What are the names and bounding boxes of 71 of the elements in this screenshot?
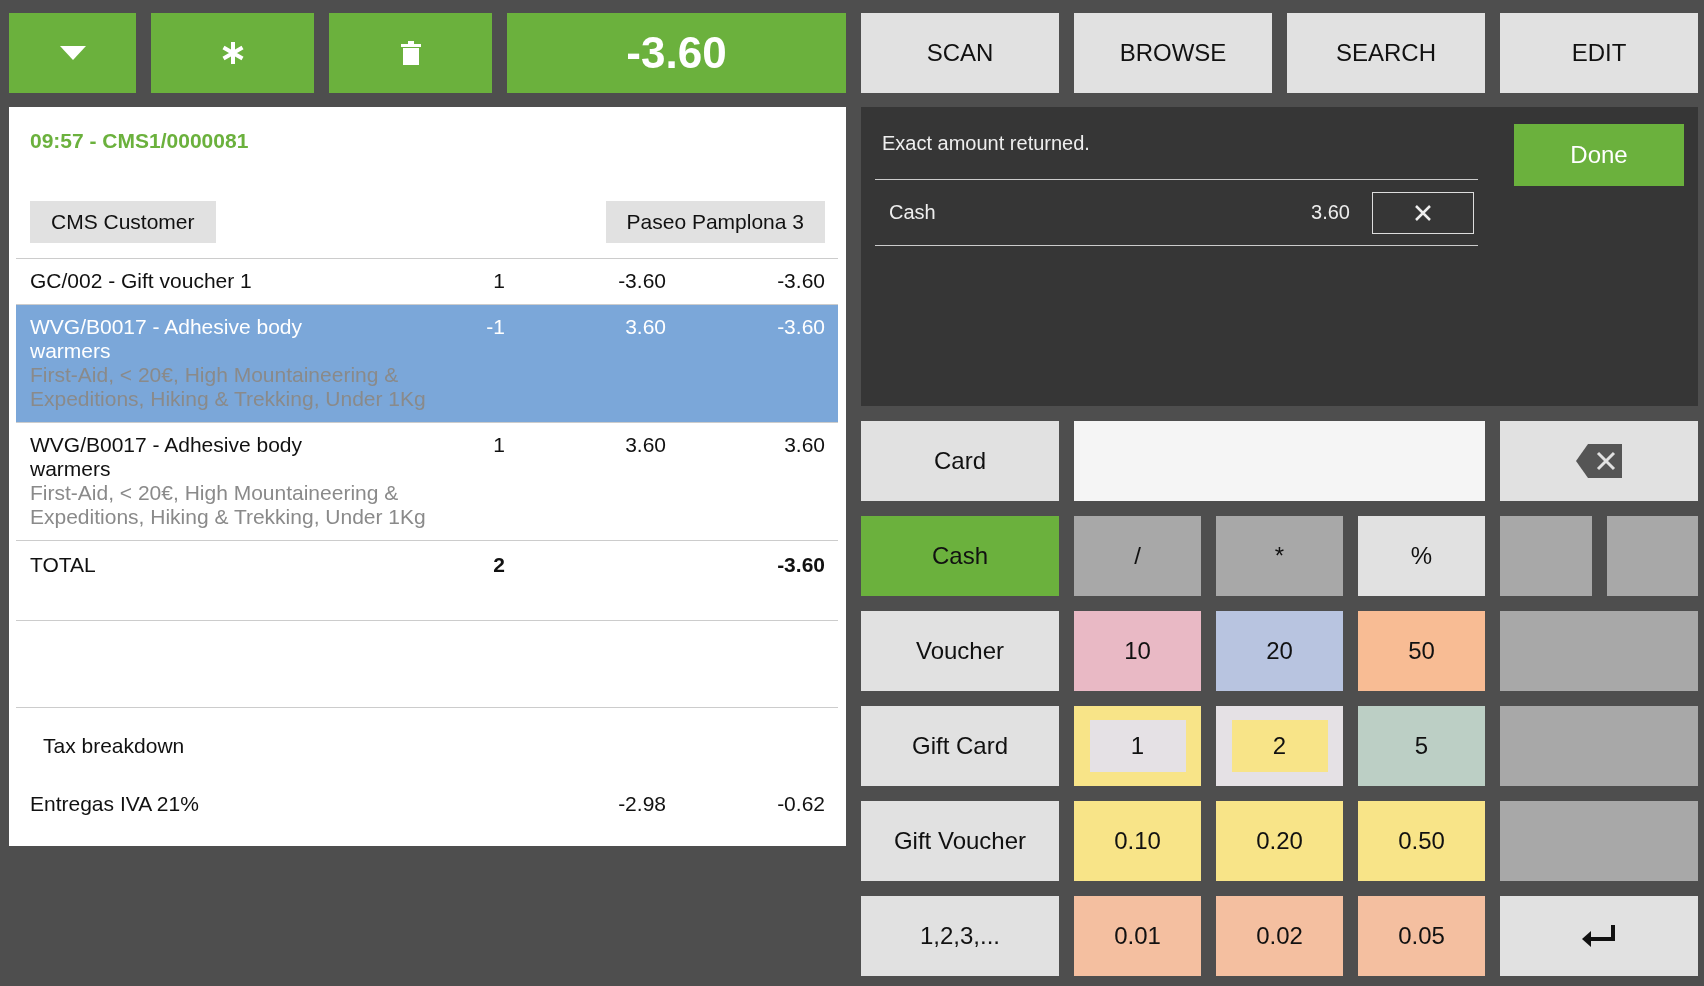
keypad-key[interactable]: 0.10 bbox=[1074, 801, 1201, 881]
keypad-key[interactable]: / bbox=[1074, 516, 1201, 596]
location-button[interactable]: Paseo Pamplona 3 bbox=[605, 201, 825, 243]
keypad-key[interactable]: 0.02 bbox=[1216, 896, 1343, 976]
product-name: WVG/B0017 - Adhesive body warmers bbox=[30, 315, 303, 363]
amount-field[interactable] bbox=[1074, 421, 1485, 501]
close-icon bbox=[1415, 204, 1431, 221]
blank-key[interactable] bbox=[1500, 706, 1698, 786]
keypad-key[interactable]: 2 bbox=[1216, 706, 1343, 786]
receipt-line[interactable]: WVG/B0017 - Adhesive body warmers First-Aid, < 20€, High Mountaineering & Expeditions, Hiking & Trekking, Under 1Kg 1 3.60 3.60 bbox=[16, 423, 838, 541]
asterisk-icon bbox=[220, 41, 245, 65]
keypad-key[interactable]: 0.20 bbox=[1216, 801, 1343, 881]
keypad-key[interactable]: 0.05 bbox=[1358, 896, 1485, 976]
keypad-key[interactable]: 0.50 bbox=[1358, 801, 1485, 881]
receipt-header: 09:57 - CMS1/0000081 bbox=[30, 129, 249, 152]
payment-message: Exact amount returned. bbox=[882, 132, 1090, 154]
remove-payment-button[interactable] bbox=[1372, 191, 1474, 234]
payment-method-button[interactable]: Card bbox=[861, 421, 1059, 501]
keypad-key[interactable]: 5 bbox=[1358, 706, 1485, 786]
payment-method: Cash bbox=[889, 201, 937, 224]
blank-key[interactable] bbox=[1500, 516, 1592, 596]
price: 3.60 bbox=[625, 433, 666, 456]
product-attributes: First-Aid, < 20€, High Mountaineering & Expeditions, Hiking & Trekking, Under 1Kg bbox=[30, 363, 427, 411]
nav-button[interactable]: SCAN bbox=[861, 13, 1059, 93]
tax-name: Entregas IVA 21% bbox=[30, 792, 199, 815]
blank-key[interactable] bbox=[1500, 611, 1698, 691]
backspace-icon bbox=[1576, 444, 1622, 478]
price: 3.60 bbox=[625, 315, 666, 338]
tax-amount: -0.62 bbox=[777, 792, 825, 815]
product-attributes: First-Aid, < 20€, High Mountaineering & Expeditions, Hiking & Trekking, Under 1Kg bbox=[30, 481, 427, 529]
toolbar-button[interactable] bbox=[151, 13, 314, 93]
blank-key[interactable] bbox=[1606, 516, 1698, 596]
keypad-key[interactable]: * bbox=[1216, 516, 1343, 596]
nav-button[interactable]: EDIT bbox=[1500, 13, 1698, 93]
quantity: 1 bbox=[493, 433, 505, 456]
line-amount: -3.60 bbox=[777, 269, 825, 292]
product-name: GC/002 - Gift voucher 1 bbox=[30, 269, 253, 293]
line-amount: -3.60 bbox=[777, 315, 825, 338]
quantity: 1 bbox=[493, 269, 505, 292]
caret-down-icon bbox=[59, 46, 86, 60]
enter-button[interactable] bbox=[1500, 896, 1698, 976]
keypad-key[interactable]: 20 bbox=[1216, 611, 1343, 691]
keypad-key[interactable]: 10 bbox=[1074, 611, 1201, 691]
total-label: TOTAL bbox=[30, 553, 96, 576]
customer-button[interactable]: CMS Customer bbox=[30, 201, 216, 243]
payment-amount: 3.60 bbox=[1311, 201, 1350, 224]
quantity: -1 bbox=[486, 315, 505, 338]
keypad-key[interactable]: 0.01 bbox=[1074, 896, 1201, 976]
keypad-key[interactable]: % bbox=[1358, 516, 1485, 596]
keypad-key[interactable]: 1 bbox=[1074, 706, 1201, 786]
tax-breakdown-title: Tax breakdown bbox=[43, 734, 185, 757]
payment-method-button[interactable]: Voucher bbox=[861, 611, 1059, 691]
keypad-key[interactable]: 50 bbox=[1358, 611, 1485, 691]
price: -3.60 bbox=[618, 269, 666, 292]
total-value: -3.60 bbox=[777, 553, 825, 576]
line-amount: 3.60 bbox=[784, 433, 825, 456]
blank-key[interactable] bbox=[1500, 801, 1698, 881]
nav-button[interactable]: BROWSE bbox=[1074, 13, 1272, 93]
total-quantity: 2 bbox=[493, 553, 505, 576]
payment-method-button[interactable]: Gift Voucher bbox=[861, 801, 1059, 881]
payment-method-button[interactable]: Gift Card bbox=[861, 706, 1059, 786]
enter-icon bbox=[1582, 925, 1616, 947]
payment-method-button[interactable]: 1,2,3,... bbox=[861, 896, 1059, 976]
toolbar-button[interactable] bbox=[329, 13, 492, 93]
tax-base: -2.98 bbox=[618, 792, 666, 815]
total-amount: -3.60 bbox=[507, 13, 846, 93]
trash-icon bbox=[400, 41, 421, 65]
payment-method-button[interactable]: Cash bbox=[861, 516, 1059, 596]
product-name: WVG/B0017 - Adhesive body warmers bbox=[30, 433, 303, 481]
nav-button[interactable]: SEARCH bbox=[1287, 13, 1485, 93]
backspace-button[interactable] bbox=[1500, 421, 1698, 501]
